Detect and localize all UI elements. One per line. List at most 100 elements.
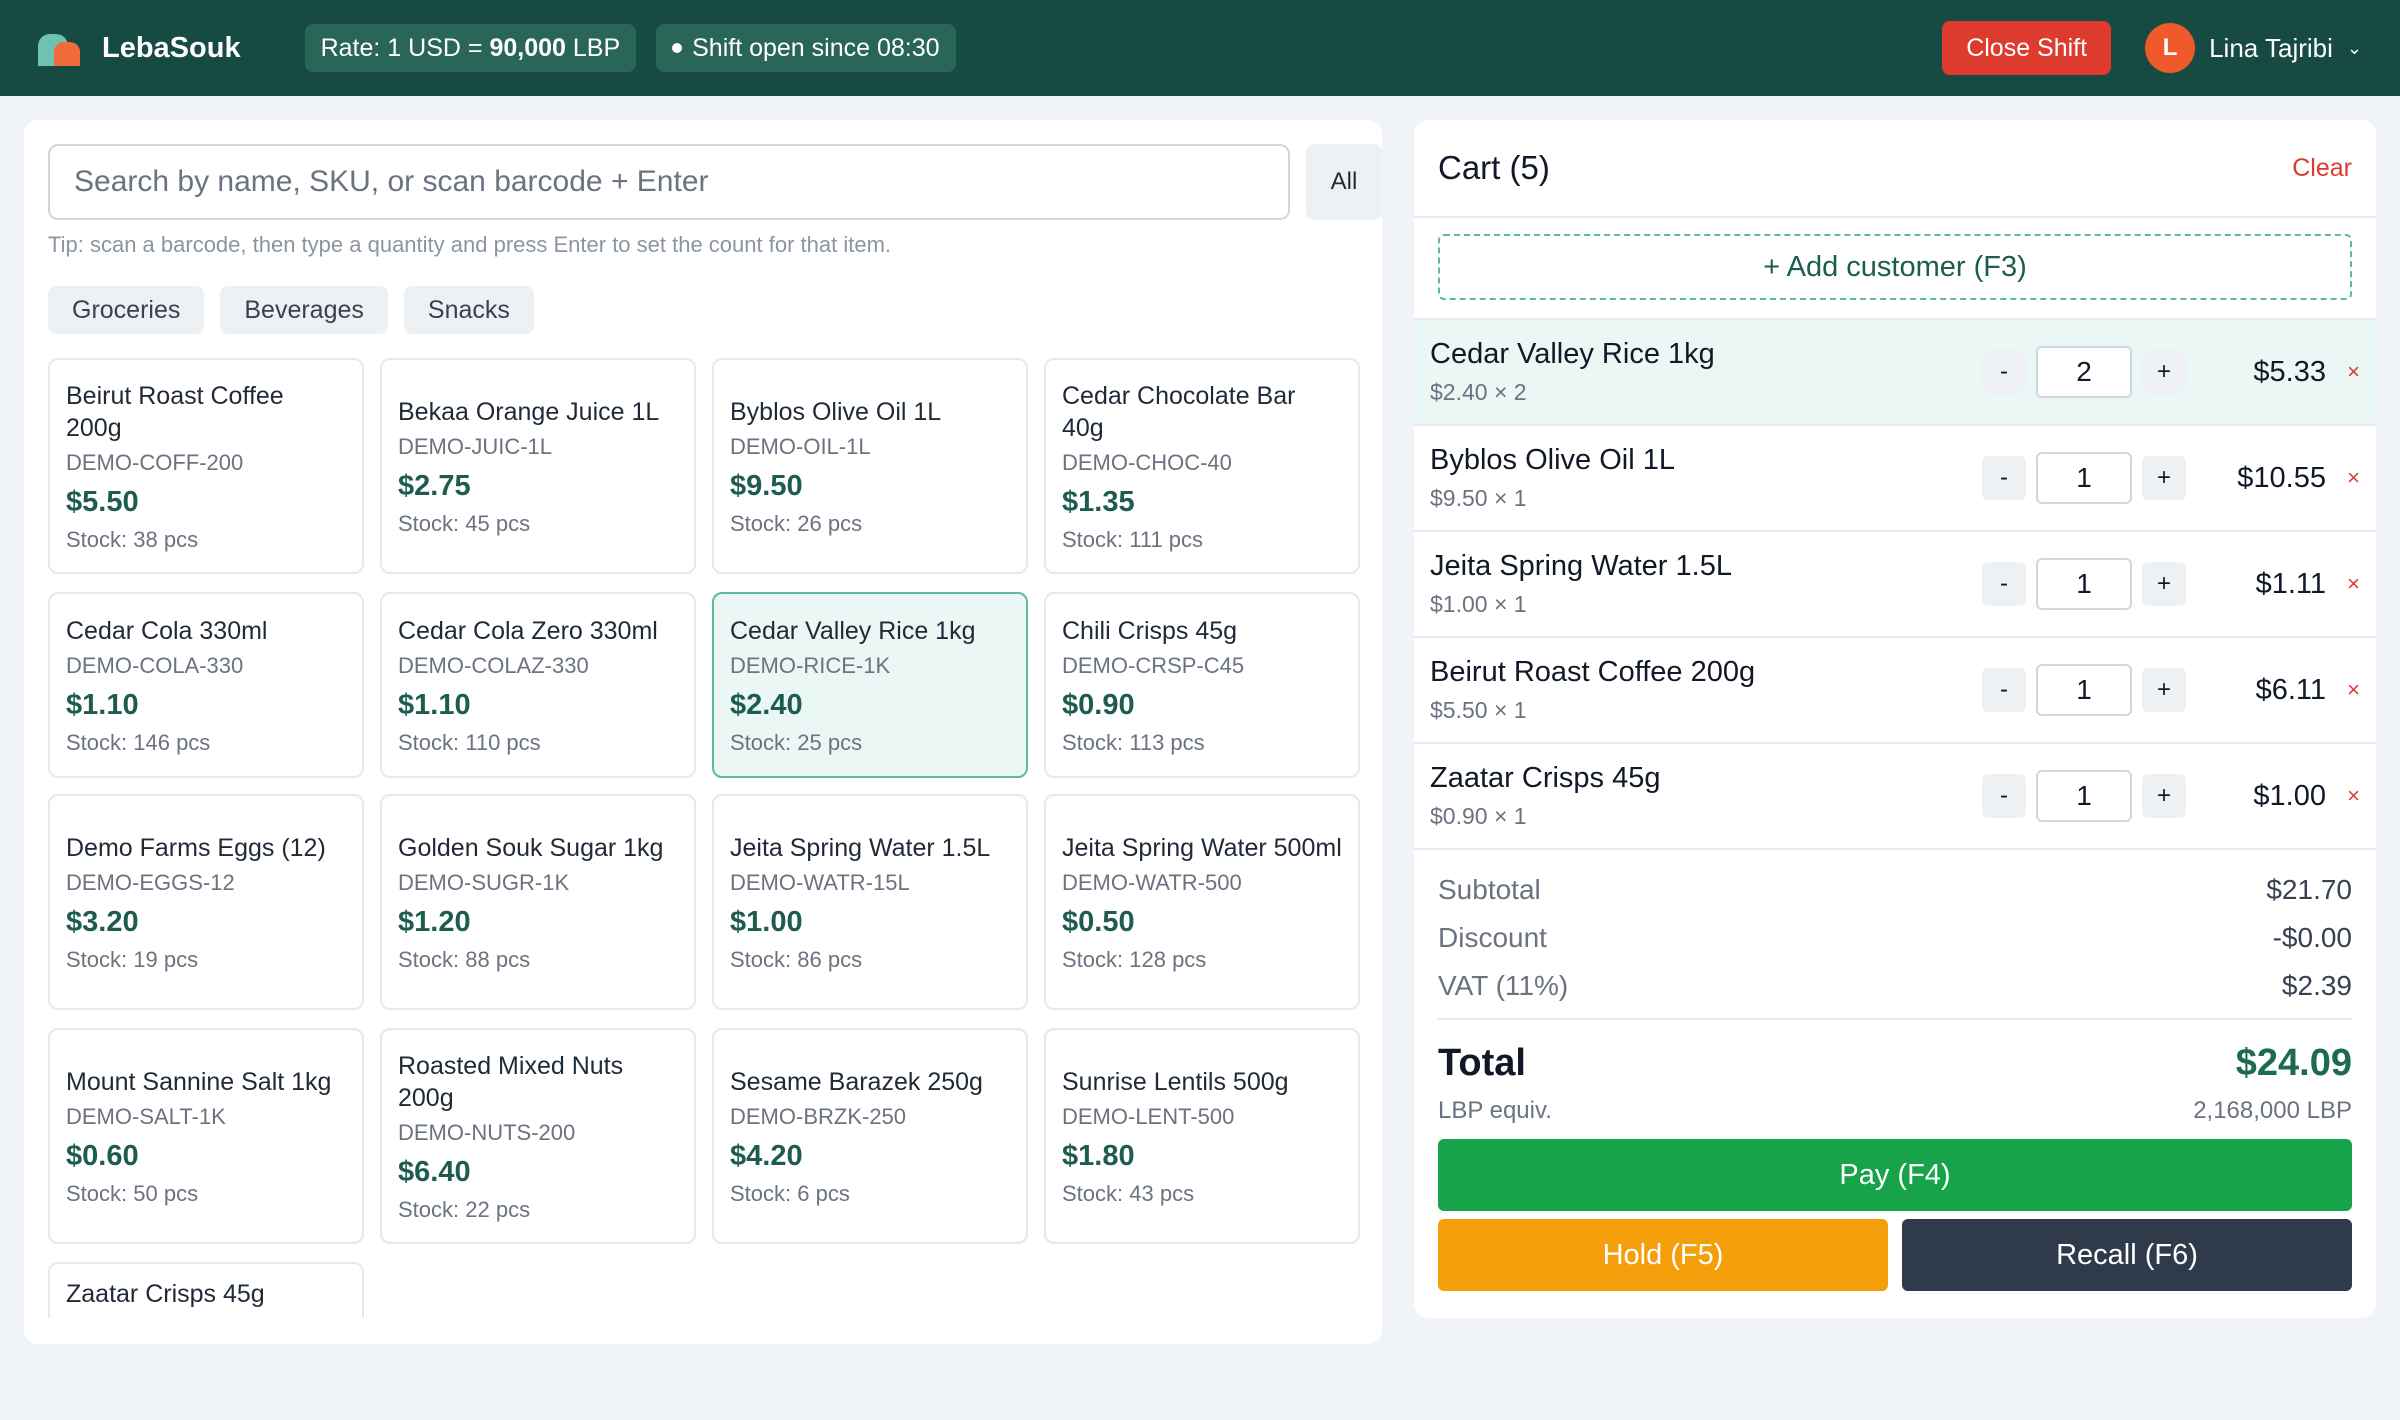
product-name: Golden Souk Sugar 1kg: [398, 833, 664, 862]
product-name: Byblos Olive Oil 1L: [730, 397, 942, 426]
product-sku: DEMO-EGGS-12: [66, 869, 235, 895]
remove-item-icon[interactable]: ×: [2330, 465, 2360, 491]
cart-line[interactable]: Zaatar Crisps 45g $0.90 × 1 - + $1.00×: [1414, 742, 2376, 848]
search-input[interactable]: [48, 144, 1290, 220]
product-card[interactable]: Cedar Cola Zero 330ml DEMO-COLAZ-330 $1.10…: [380, 592, 696, 778]
remove-item-icon[interactable]: ×: [2330, 677, 2360, 703]
decrease-qty-button[interactable]: -: [1982, 774, 2026, 818]
cart-line[interactable]: Cedar Valley Rice 1kg $2.40 × 2 - + $5.33×: [1414, 318, 2376, 424]
quantity-input[interactable]: [2036, 452, 2132, 504]
product-stock: Stock: 110 pcs: [398, 729, 541, 755]
product-stock: Stock: 43 pcs: [1062, 1180, 1195, 1206]
increase-qty-button[interactable]: +: [2142, 350, 2186, 394]
cart-line[interactable]: Beirut Roast Coffee 200g $5.50 × 1 - + $6.11…: [1414, 636, 2376, 742]
cart-line[interactable]: Byblos Olive Oil 1L $9.50 × 1 - + $10.55×: [1414, 424, 2376, 530]
decrease-qty-button[interactable]: -: [1982, 668, 2026, 712]
product-name: Cedar Cola 330ml: [66, 616, 268, 645]
increase-qty-button[interactable]: +: [2142, 668, 2186, 712]
product-card[interactable]: Byblos Olive Oil 1L DEMO-OIL-1L $9.50 Stock…: [712, 358, 1028, 574]
quantity-input[interactable]: [2036, 770, 2132, 822]
cart-line-name: Cedar Valley Rice 1kg: [1430, 338, 1715, 370]
product-stock: Stock: 6 pcs: [730, 1180, 850, 1206]
total-label: Total: [1438, 1042, 1526, 1084]
product-sku: DEMO-WATR-15L: [730, 869, 910, 895]
decrease-qty-button[interactable]: -: [1982, 350, 2026, 394]
product-card[interactable]: Sesame Barazek 250g DEMO-BRZK-250 $4.20 Sto…: [712, 1028, 1028, 1244]
top-bar: LebaSouk Rate: 1 USD = 90,000 LBP Shift …: [0, 0, 2400, 96]
cart-header: Cart (5) Clear: [1414, 120, 2376, 218]
category-snacks[interactable]: Snacks: [403, 286, 534, 334]
decrease-qty-button[interactable]: -: [1982, 562, 2026, 606]
product-card[interactable]: Jeita Spring Water 1.5L DEMO-WATR-15L $1.0…: [712, 794, 1028, 1010]
cart-line-info: Beirut Roast Coffee 200g $5.50 × 1: [1430, 656, 1982, 724]
product-stock: Stock: 86 pcs: [730, 946, 863, 972]
product-price: $1.20: [398, 905, 471, 938]
product-card[interactable]: Mount Sannine Salt 1kg DEMO-SALT-1K $0.60 S…: [48, 1028, 364, 1244]
product-card[interactable]: Demo Farms Eggs (12) DEMO-EGGS-12 $3.20 Sto…: [48, 794, 364, 1010]
pay-button[interactable]: Pay (F4): [1438, 1139, 2352, 1211]
product-sku: DEMO-JUIC-1L: [398, 433, 553, 459]
quantity-input[interactable]: [2036, 558, 2132, 610]
product-card[interactable]: Bekaa Orange Juice 1L DEMO-JUIC-1L $2.75 St…: [380, 358, 696, 574]
product-stock: Stock: 22 pcs: [398, 1196, 531, 1222]
increase-qty-button[interactable]: +: [2142, 774, 2186, 818]
close-shift-button[interactable]: Close Shift: [1942, 21, 2112, 75]
product-sku: DEMO-BRZK-250: [730, 1103, 907, 1129]
product-price: $9.50: [730, 469, 803, 502]
category-filters: Groceries Beverages Snacks: [48, 286, 550, 334]
product-card[interactable]: Beirut Roast Coffee 200g DEMO-COFF-200 $5.…: [48, 358, 364, 574]
product-stock: Stock: 128 pcs: [1062, 946, 1207, 972]
cart-line[interactable]: Jeita Spring Water 1.5L $1.00 × 1 - + $1.11×: [1414, 530, 2376, 636]
avatar: L: [2145, 23, 2196, 73]
hold-button[interactable]: Hold (F5): [1438, 1219, 1888, 1291]
product-sku: DEMO-CHOC-40: [1062, 449, 1232, 475]
product-card[interactable]: Cedar Valley Rice 1kg DEMO-RICE-1K $2.40 St…: [712, 592, 1028, 778]
product-name: Jeita Spring Water 1.5L: [730, 833, 991, 862]
category-beverages[interactable]: Beverages: [220, 286, 388, 334]
remove-item-icon[interactable]: ×: [2330, 783, 2360, 809]
clear-cart-link[interactable]: Clear: [2292, 154, 2352, 183]
product-card[interactable]: Golden Souk Sugar 1kg DEMO-SUGR-1K $1.20 St…: [380, 794, 696, 1010]
product-card[interactable]: Cedar Cola 330ml DEMO-COLA-330 $1.10 Stock:…: [48, 592, 364, 778]
quantity-input[interactable]: [2036, 346, 2132, 398]
category-groceries[interactable]: Groceries: [48, 286, 205, 334]
product-card[interactable]: Zaatar Crisps 45g: [48, 1262, 364, 1318]
brand-logo-icon: [38, 30, 80, 66]
vat-value: $2.39: [2281, 970, 2352, 1001]
cart-line-total: $1.11: [2255, 567, 2326, 600]
cart-line-unit: $5.50 × 1: [1430, 697, 1527, 723]
rate-suffix: LBP: [572, 33, 621, 62]
remove-item-icon[interactable]: ×: [2330, 359, 2360, 385]
cart-line-info: Byblos Olive Oil 1L $9.50 × 1: [1430, 444, 1982, 512]
all-filter-button[interactable]: All: [1306, 144, 1382, 220]
product-name: Roasted Mixed Nuts 200g: [398, 1051, 624, 1112]
user-menu[interactable]: L Lina Tajribi ⌄: [2145, 23, 2362, 73]
product-price: $1.00: [730, 905, 803, 938]
product-stock: Stock: 111 pcs: [1062, 526, 1204, 552]
product-price: $2.40: [730, 688, 803, 721]
product-price: $5.50: [66, 485, 139, 518]
decrease-qty-button[interactable]: -: [1982, 456, 2026, 500]
cart-line-name: Byblos Olive Oil 1L: [1430, 444, 1675, 476]
product-card[interactable]: Sunrise Lentils 500g DEMO-LENT-500 $1.80 St…: [1044, 1028, 1360, 1244]
recall-button[interactable]: Recall (F6): [1902, 1219, 2352, 1291]
total-value: $24.09: [2235, 1042, 2352, 1084]
product-name: Beirut Roast Coffee 200g: [66, 381, 284, 442]
product-name: Jeita Spring Water 500ml: [1062, 833, 1342, 862]
remove-item-icon[interactable]: ×: [2330, 571, 2360, 597]
brand-name: LebaSouk: [102, 31, 241, 64]
cart-line-unit: $2.40 × 2: [1430, 379, 1527, 405]
product-card[interactable]: Roasted Mixed Nuts 200g DEMO-NUTS-200 $6.4…: [380, 1028, 696, 1244]
product-card[interactable]: Jeita Spring Water 500ml DEMO-WATR-500 $0.…: [1044, 794, 1360, 1010]
product-card[interactable]: Cedar Chocolate Bar 40g DEMO-CHOC-40 $1.35…: [1044, 358, 1360, 574]
quantity-input[interactable]: [2036, 664, 2132, 716]
cart-line-unit: $9.50 × 1: [1430, 485, 1527, 511]
increase-qty-button[interactable]: +: [2142, 456, 2186, 500]
cart-line-name: Jeita Spring Water 1.5L: [1430, 550, 1732, 582]
product-sku: DEMO-CRSP-C45: [1062, 652, 1245, 678]
add-customer-button[interactable]: + Add customer (F3): [1438, 234, 2352, 300]
subtotal-label: Subtotal: [1438, 874, 1541, 905]
product-card[interactable]: Chili Crisps 45g DEMO-CRSP-C45 $0.90 Stock:…: [1044, 592, 1360, 778]
discount-value: -$0.00: [2272, 922, 2352, 953]
increase-qty-button[interactable]: +: [2142, 562, 2186, 606]
